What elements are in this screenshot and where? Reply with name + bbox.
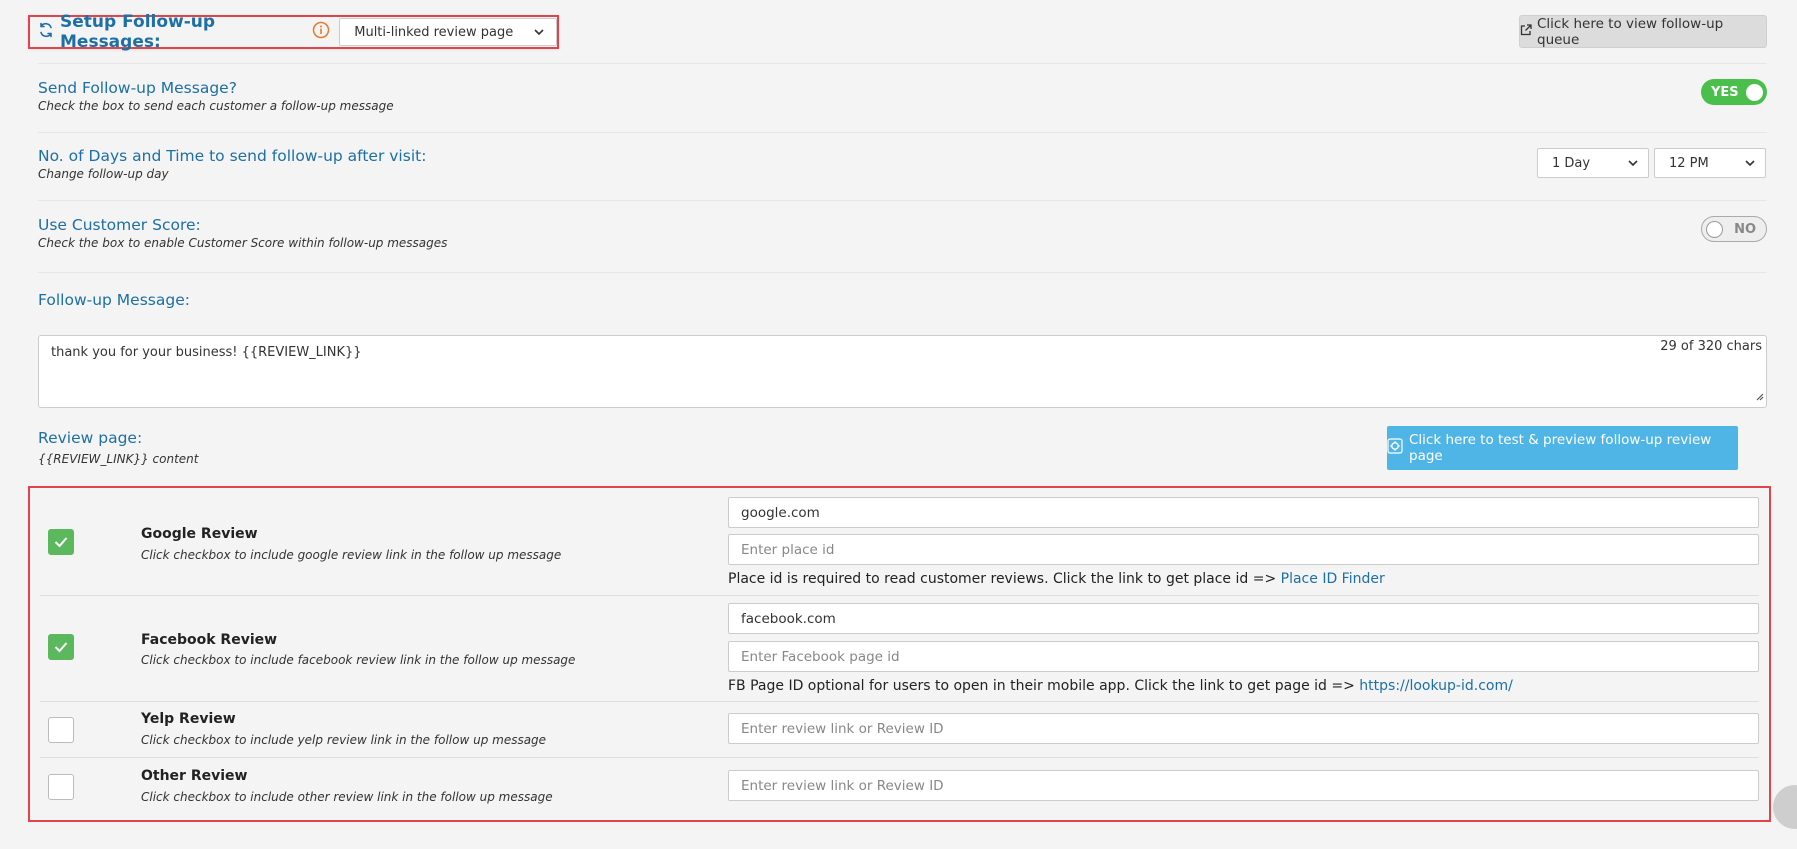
- yelp-review-checkbox[interactable]: [48, 717, 74, 743]
- view-queue-button[interactable]: Click here to view follow-up queue: [1519, 15, 1767, 48]
- template-select[interactable]: Multi-linked review page: [339, 18, 557, 46]
- setup-followup-header: Setup Follow-up Messages: Multi-linked r…: [28, 12, 559, 52]
- toggle-label: NO: [1734, 221, 1756, 237]
- chevron-down-icon: [1628, 156, 1638, 171]
- followup-message-title: Follow-up Message:: [38, 291, 190, 309]
- review-sources-list: Google Review Click checkbox to include …: [28, 486, 1771, 822]
- info-icon[interactable]: [312, 21, 330, 43]
- facebook-review-link-input[interactable]: facebook.com: [728, 603, 1759, 634]
- toggle-label: YES: [1711, 84, 1739, 100]
- customer-score-title: Use Customer Score:: [38, 216, 201, 234]
- yelp-review-subtitle: Click checkbox to include yelp review li…: [141, 733, 547, 747]
- lookup-id-link[interactable]: https://lookup-id.com/: [1359, 678, 1513, 694]
- time-select-value: 12 PM: [1669, 155, 1709, 171]
- google-review-subtitle: Click checkbox to include google review …: [141, 548, 562, 562]
- preview-button-label: Click here to test & preview follow-up r…: [1409, 432, 1712, 464]
- facebook-review-checkbox[interactable]: [48, 634, 74, 660]
- google-review-checkbox[interactable]: [48, 529, 74, 555]
- google-review-title: Google Review: [141, 526, 258, 542]
- check-icon: [54, 537, 68, 548]
- refresh-icon[interactable]: [38, 22, 54, 43]
- other-review-title: Other Review: [141, 768, 248, 784]
- review-row-facebook: Facebook Review Click checkbox to includ…: [40, 596, 1759, 702]
- toggle-knob: [1746, 83, 1763, 101]
- floating-chat-button[interactable]: [1773, 785, 1797, 829]
- view-queue-label: Click here to view follow-up queue: [1537, 15, 1724, 48]
- other-review-checkbox[interactable]: [48, 774, 74, 800]
- external-link-icon: [1520, 23, 1532, 40]
- followup-message-textarea[interactable]: thank you for your business! {{REVIEW_LI…: [38, 335, 1767, 408]
- customer-score-subtitle: Check the box to enable Customer Score w…: [38, 236, 448, 250]
- google-help-text: Place id is required to read customer re…: [728, 571, 1281, 587]
- gear-icon: [1387, 438, 1403, 458]
- divider: [38, 200, 1767, 201]
- google-review-link-input[interactable]: google.com: [728, 497, 1759, 528]
- place-id-finder-link[interactable]: Place ID Finder: [1281, 571, 1385, 587]
- followup-message-text: thank you for your business! {{REVIEW_LI…: [51, 345, 362, 360]
- review-row-other: Other Review Click checkbox to include o…: [40, 758, 1759, 818]
- facebook-page-id-input[interactable]: Enter Facebook page id: [728, 641, 1759, 672]
- char-count: 29 of 320 chars: [1660, 339, 1762, 354]
- send-followup-toggle[interactable]: YES: [1701, 79, 1767, 105]
- time-select[interactable]: 12 PM: [1654, 148, 1766, 178]
- yelp-review-link-input[interactable]: Enter review link or Review ID: [728, 713, 1759, 744]
- google-place-id-input[interactable]: Enter place id: [728, 534, 1759, 565]
- review-page-title: Review page:: [38, 429, 143, 447]
- customer-score-toggle[interactable]: NO: [1701, 216, 1767, 242]
- facebook-review-subtitle: Click checkbox to include facebook revie…: [141, 653, 576, 667]
- review-row-yelp: Yelp Review Click checkbox to include ye…: [40, 702, 1759, 758]
- day-select-value: 1 Day: [1552, 155, 1591, 171]
- day-select[interactable]: 1 Day: [1537, 148, 1649, 178]
- check-icon: [54, 642, 68, 653]
- yelp-review-title: Yelp Review: [141, 711, 236, 727]
- toggle-knob: [1706, 220, 1723, 238]
- google-place-id-help: Place id is required to read customer re…: [728, 571, 1385, 587]
- review-page-subtitle: {{REVIEW_LINK}} content: [38, 452, 199, 466]
- days-time-subtitle: Change follow-up day: [38, 167, 169, 181]
- other-review-subtitle: Click checkbox to include other review l…: [141, 790, 553, 804]
- header-title-group: Setup Follow-up Messages:: [38, 12, 303, 52]
- page-title: Setup Follow-up Messages:: [60, 12, 216, 52]
- divider: [38, 63, 1767, 64]
- preview-review-page-button[interactable]: Click here to test & preview follow-up r…: [1387, 426, 1738, 470]
- review-row-google: Google Review Click checkbox to include …: [40, 488, 1759, 596]
- chevron-down-icon: [534, 25, 544, 40]
- chevron-down-icon: [1745, 156, 1755, 171]
- days-time-title: No. of Days and Time to send follow-up a…: [38, 147, 427, 165]
- divider: [38, 272, 1767, 273]
- send-followup-title: Send Follow-up Message?: [38, 79, 237, 97]
- other-review-link-input[interactable]: Enter review link or Review ID: [728, 770, 1759, 801]
- facebook-review-title: Facebook Review: [141, 632, 278, 648]
- send-followup-subtitle: Check the box to send each customer a fo…: [38, 99, 394, 113]
- divider: [38, 132, 1767, 133]
- facebook-help-text: FB Page ID optional for users to open in…: [728, 678, 1360, 694]
- resize-handle-icon[interactable]: [1754, 386, 1764, 405]
- facebook-page-id-help: FB Page ID optional for users to open in…: [728, 678, 1513, 694]
- template-select-value: Multi-linked review page: [354, 24, 514, 40]
